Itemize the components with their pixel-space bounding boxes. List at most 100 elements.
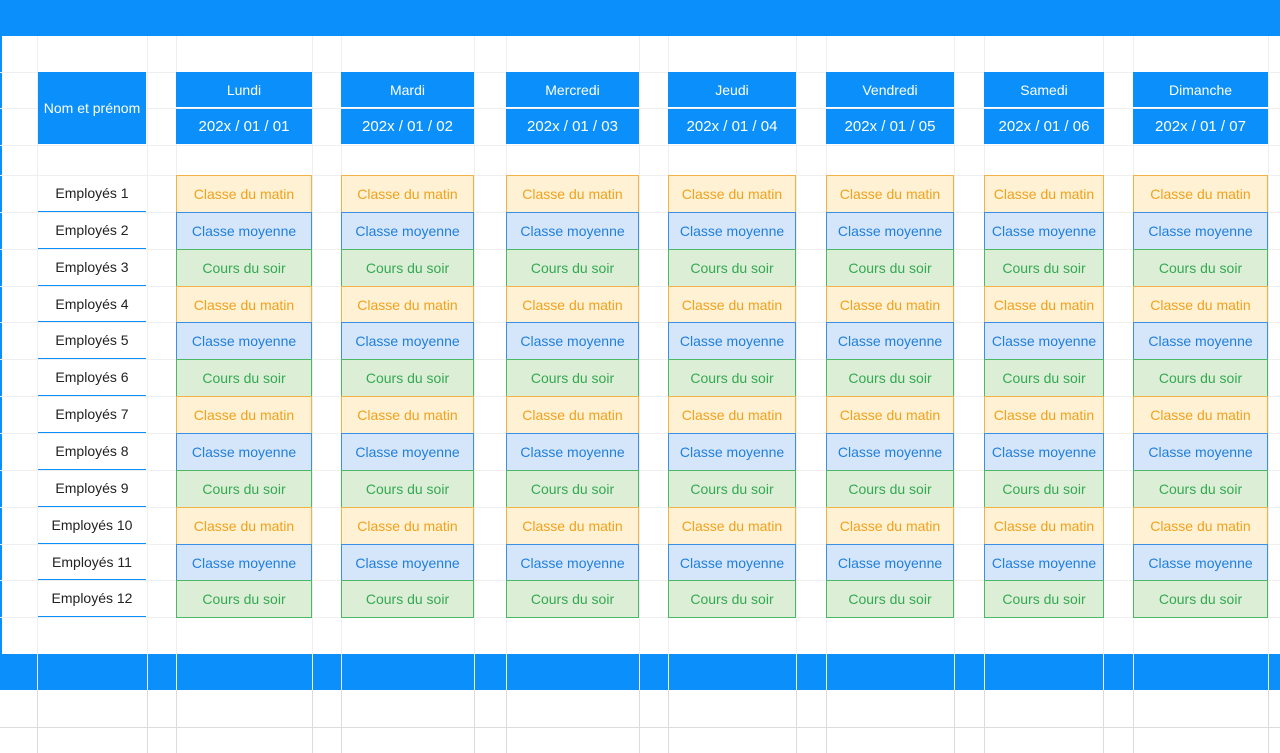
left-edge — [0, 36, 2, 654]
shift-cell[interactable]: Cours du soir — [826, 580, 954, 618]
shift-cell[interactable]: Classe du matin — [984, 507, 1104, 545]
shift-cell[interactable]: Classe moyenne — [826, 544, 954, 581]
day-header-0: Lundi — [176, 72, 312, 107]
shift-cell[interactable]: Classe moyenne — [176, 433, 312, 471]
shift-cell[interactable]: Classe moyenne — [984, 433, 1104, 471]
shift-cell[interactable]: Cours du soir — [341, 580, 474, 618]
shift-cell[interactable]: Classe moyenne — [984, 322, 1104, 360]
shift-cell[interactable]: Cours du soir — [1133, 470, 1268, 508]
day-header-6: Dimanche — [1133, 72, 1268, 107]
shift-cell[interactable]: Cours du soir — [668, 359, 796, 397]
shift-cell[interactable]: Classe du matin — [506, 507, 639, 545]
header-name-label: Nom et prénom — [43, 99, 141, 116]
shift-cell[interactable]: Cours du soir — [176, 470, 312, 508]
shift-cell[interactable]: Classe moyenne — [341, 544, 474, 581]
shift-cell[interactable]: Classe moyenne — [341, 433, 474, 471]
shift-cell[interactable]: Cours du soir — [341, 470, 474, 508]
date-header-1: 202x / 01 / 02 — [341, 109, 474, 144]
employee-name: Employés 10 — [38, 507, 146, 544]
shift-cell[interactable]: Classe du matin — [176, 507, 312, 545]
header-name-cell: Nom et prénom — [38, 72, 146, 144]
shift-cell[interactable]: Classe moyenne — [668, 433, 796, 471]
day-header-4: Vendredi — [826, 72, 954, 107]
shift-cell[interactable]: Classe du matin — [1133, 175, 1268, 213]
shift-cell[interactable]: Classe du matin — [341, 507, 474, 545]
shift-cell[interactable]: Classe du matin — [1133, 507, 1268, 545]
shift-cell[interactable]: Classe moyenne — [176, 322, 312, 360]
shift-cell[interactable]: Cours du soir — [1133, 359, 1268, 397]
shift-cell[interactable]: Classe moyenne — [668, 212, 796, 250]
employee-name: Employés 8 — [38, 433, 146, 470]
employee-name: Employés 2 — [38, 212, 146, 249]
shift-cell[interactable]: Classe du matin — [1133, 286, 1268, 323]
employee-name: Employés 6 — [38, 359, 146, 396]
shift-cell[interactable]: Classe moyenne — [1133, 322, 1268, 360]
shift-cell[interactable]: Classe moyenne — [506, 322, 639, 360]
date-header-3: 202x / 01 / 04 — [668, 109, 796, 144]
shift-cell[interactable]: Cours du soir — [826, 359, 954, 397]
shift-cell[interactable]: Classe du matin — [341, 175, 474, 213]
shift-cell[interactable]: Classe du matin — [668, 286, 796, 323]
shift-cell[interactable]: Cours du soir — [826, 249, 954, 287]
shift-cell[interactable]: Classe du matin — [668, 507, 796, 545]
shift-cell[interactable]: Cours du soir — [341, 249, 474, 287]
shift-cell[interactable]: Classe du matin — [984, 286, 1104, 323]
shift-cell[interactable]: Classe du matin — [826, 175, 954, 213]
date-header-0: 202x / 01 / 01 — [176, 109, 312, 144]
shift-cell[interactable]: Classe du matin — [826, 507, 954, 545]
shift-cell[interactable]: Classe moyenne — [826, 433, 954, 471]
shift-cell[interactable]: Cours du soir — [176, 580, 312, 618]
shift-cell[interactable]: Cours du soir — [1133, 249, 1268, 287]
shift-cell[interactable]: Classe du matin — [341, 396, 474, 434]
shift-cell[interactable]: Cours du soir — [176, 359, 312, 397]
shift-cell[interactable]: Classe moyenne — [506, 212, 639, 250]
shift-cell[interactable]: Classe moyenne — [984, 544, 1104, 581]
shift-cell[interactable]: Classe moyenne — [826, 322, 954, 360]
shift-cell[interactable]: Classe du matin — [826, 396, 954, 434]
shift-cell[interactable]: Cours du soir — [176, 249, 312, 287]
shift-cell[interactable]: Cours du soir — [984, 470, 1104, 508]
shift-cell[interactable]: Classe moyenne — [1133, 212, 1268, 250]
shift-cell[interactable]: Classe du matin — [984, 175, 1104, 213]
shift-cell[interactable]: Cours du soir — [984, 359, 1104, 397]
shift-cell[interactable]: Classe moyenne — [341, 322, 474, 360]
shift-cell[interactable]: Classe du matin — [176, 175, 312, 213]
shift-cell[interactable]: Classe moyenne — [1133, 544, 1268, 581]
shift-cell[interactable]: Classe moyenne — [668, 322, 796, 360]
shift-cell[interactable]: Cours du soir — [506, 249, 639, 287]
shift-cell[interactable]: Classe du matin — [176, 396, 312, 434]
shift-cell[interactable]: Cours du soir — [341, 359, 474, 397]
shift-cell[interactable]: Classe moyenne — [176, 544, 312, 581]
shift-cell[interactable]: Cours du soir — [506, 359, 639, 397]
shift-cell[interactable]: Classe moyenne — [1133, 433, 1268, 471]
shift-cell[interactable]: Classe moyenne — [341, 212, 474, 250]
day-header-1: Mardi — [341, 72, 474, 107]
shift-cell[interactable]: Classe du matin — [1133, 396, 1268, 434]
shift-cell[interactable]: Classe du matin — [506, 396, 639, 434]
shift-cell[interactable]: Classe du matin — [826, 286, 954, 323]
shift-cell[interactable]: Cours du soir — [984, 249, 1104, 287]
shift-cell[interactable]: Classe moyenne — [506, 544, 639, 581]
shift-cell[interactable]: Classe du matin — [668, 175, 796, 213]
shift-cell[interactable]: Classe du matin — [506, 286, 639, 323]
shift-cell[interactable]: Classe du matin — [176, 286, 312, 323]
shift-cell[interactable]: Classe du matin — [341, 286, 474, 323]
shift-cell[interactable]: Classe moyenne — [826, 212, 954, 250]
shift-cell[interactable]: Cours du soir — [1133, 580, 1268, 618]
shift-cell[interactable]: Cours du soir — [826, 470, 954, 508]
shift-cell[interactable]: Cours du soir — [668, 580, 796, 618]
shift-cell[interactable]: Classe du matin — [668, 396, 796, 434]
shift-cell[interactable]: Cours du soir — [668, 470, 796, 508]
shift-cell[interactable]: Cours du soir — [506, 580, 639, 618]
shift-cell[interactable]: Classe moyenne — [668, 544, 796, 581]
shift-cell[interactable]: Cours du soir — [668, 249, 796, 287]
shift-cell[interactable]: Cours du soir — [506, 470, 639, 508]
shift-cell[interactable]: Cours du soir — [984, 580, 1104, 618]
employee-name: Employés 11 — [38, 544, 146, 580]
shift-cell[interactable]: Classe moyenne — [984, 212, 1104, 250]
shift-cell[interactable]: Classe moyenne — [176, 212, 312, 250]
date-header-5: 202x / 01 / 06 — [984, 109, 1104, 144]
shift-cell[interactable]: Classe moyenne — [506, 433, 639, 471]
shift-cell[interactable]: Classe du matin — [984, 396, 1104, 434]
shift-cell[interactable]: Classe du matin — [506, 175, 639, 213]
